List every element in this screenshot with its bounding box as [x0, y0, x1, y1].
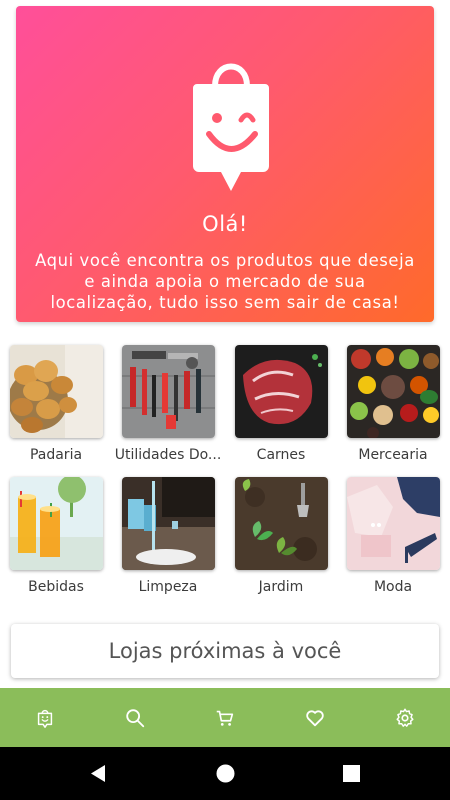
spices-and-vegetables-image: [346, 345, 440, 438]
back-icon[interactable]: [89, 764, 107, 783]
garden-seedlings-image: [234, 477, 328, 570]
nav-cart[interactable]: [205, 698, 245, 738]
recents-icon[interactable]: [343, 765, 360, 782]
heart-icon: [306, 709, 324, 726]
category-label: Limpeza: [138, 579, 198, 595]
welcome-banner: Olá! Aqui você encontra os produtos que …: [16, 6, 434, 322]
category-jardim[interactable]: Jardim: [225, 477, 337, 595]
cleaning-mop-image: [121, 477, 215, 570]
category-label: Jardim: [258, 579, 304, 595]
bread-basket-image: [9, 345, 103, 438]
cart-icon: [216, 710, 234, 726]
hand-tools-image: [121, 345, 215, 438]
nav-search[interactable]: [115, 698, 155, 738]
category-padaria[interactable]: Padaria: [0, 345, 112, 463]
search-icon: [126, 708, 145, 727]
welcome-message: Aqui você encontra os produtos que desej…: [35, 251, 415, 312]
category-utilidades[interactable]: Utilidades Do...: [112, 345, 224, 463]
home-icon[interactable]: [216, 764, 235, 783]
category-label: Bebidas: [28, 579, 84, 595]
category-label: Moda: [373, 579, 413, 595]
category-label: Mercearia: [358, 447, 428, 463]
system-navigation-bar: [0, 747, 450, 800]
nav-home[interactable]: [25, 698, 65, 738]
bottom-navigation: [0, 688, 450, 747]
nearby-stores-button[interactable]: Lojas próximas à você: [11, 624, 439, 678]
nav-settings[interactable]: [385, 698, 425, 738]
category-moda[interactable]: Moda: [337, 477, 449, 595]
home-bag-icon: [37, 709, 53, 728]
category-carnes[interactable]: Carnes: [225, 345, 337, 463]
gear-icon: [396, 708, 414, 727]
greeting-title: Olá!: [202, 212, 248, 236]
category-bebidas[interactable]: Bebidas: [0, 477, 112, 595]
smiling-shopping-bag-icon: [193, 63, 269, 191]
clothes-and-shoes-image: [346, 477, 440, 570]
nav-favorites[interactable]: [295, 698, 335, 738]
category-label: Utilidades Do...: [114, 447, 222, 463]
category-limpeza[interactable]: Limpeza: [112, 477, 224, 595]
category-label: Padaria: [29, 447, 83, 463]
orange-drinks-image: [9, 477, 103, 570]
raw-steak-image: [234, 345, 328, 438]
category-label: Carnes: [256, 447, 306, 463]
category-mercearia[interactable]: Mercearia: [337, 345, 449, 463]
